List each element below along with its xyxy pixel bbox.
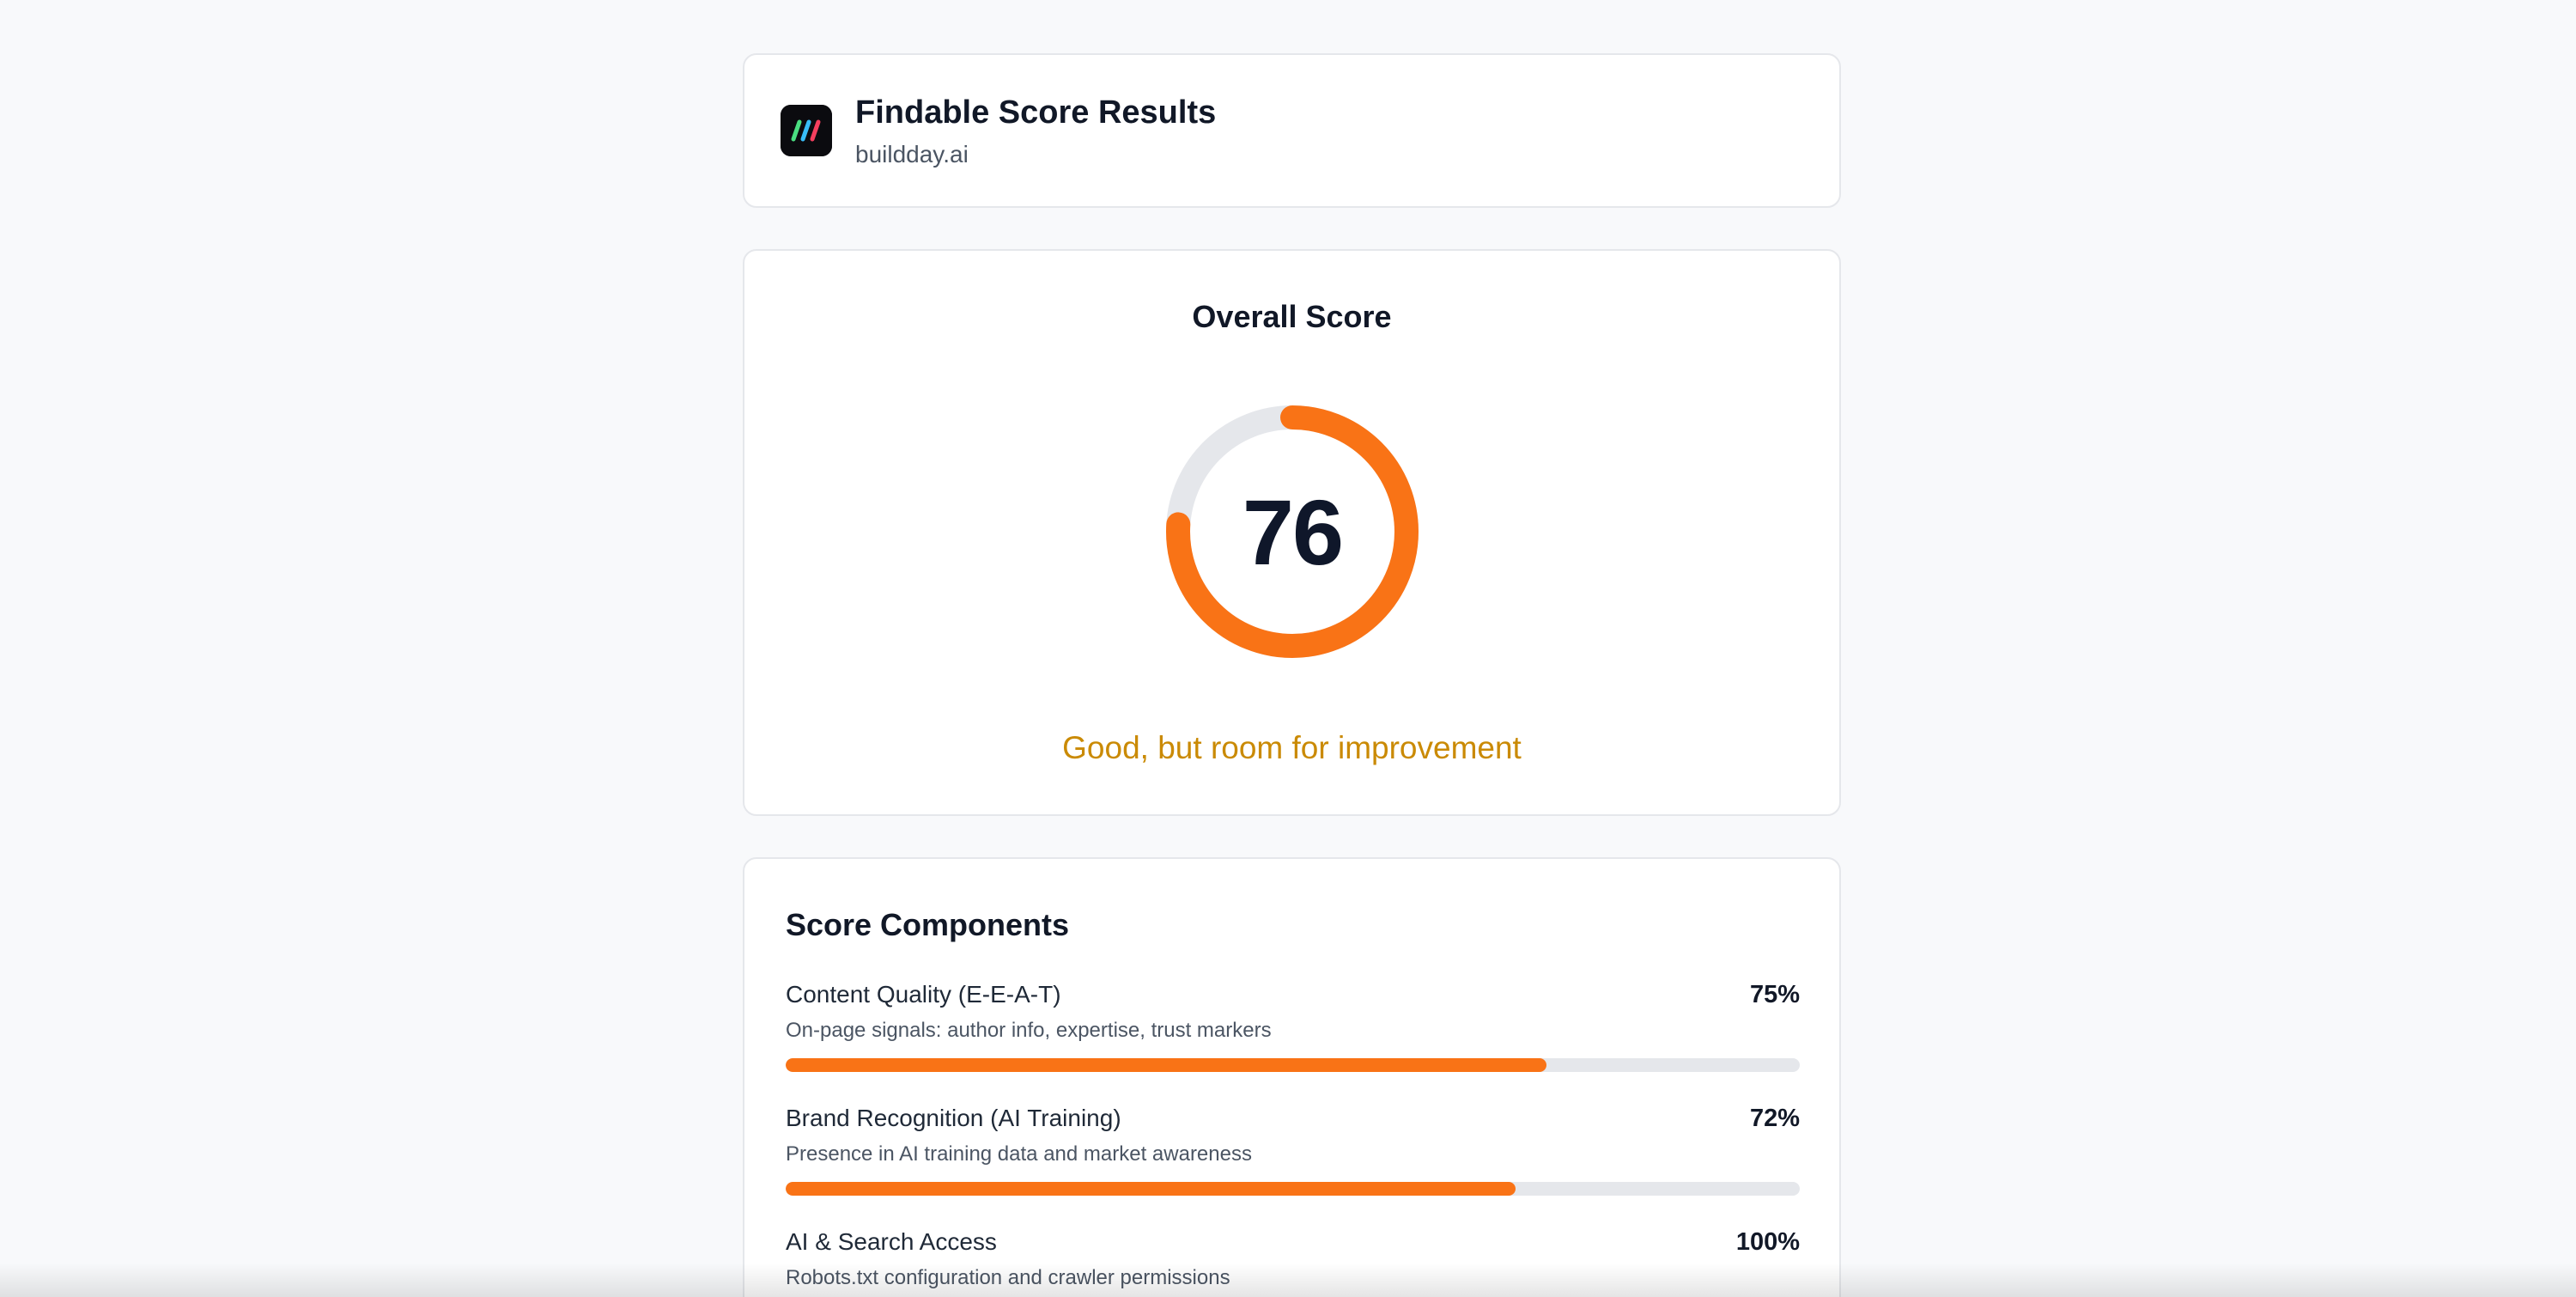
component-content-quality: Content Quality (E-E-A-T) 75% On-page si… — [786, 981, 1800, 1084]
overall-score-card: Overall Score 76 Good, but room for impr… — [743, 249, 1841, 816]
progress-fill — [786, 1182, 1516, 1196]
buildday-logo-icon — [781, 105, 832, 156]
component-ai-search-access: AI & Search Access 100% Robots.txt confi… — [786, 1228, 1800, 1297]
score-components-title: Score Components — [786, 907, 1070, 942]
component-description: Robots.txt configuration and crawler per… — [786, 1266, 1230, 1289]
progress-track — [786, 1058, 1800, 1072]
score-ring: 76 — [1163, 403, 1421, 661]
component-brand-recognition: Brand Recognition (AI Training) 72% Pres… — [786, 1105, 1800, 1208]
page-title: Findable Score Results — [855, 94, 1217, 131]
overall-score-title: Overall Score — [1192, 299, 1392, 334]
score-components-card: Score Components Content Quality (E-E-A-… — [743, 857, 1841, 1297]
overall-score-value: 76 — [1242, 479, 1344, 584]
component-percent: 100% — [1735, 1228, 1800, 1256]
progress-fill — [786, 1058, 1546, 1072]
component-description: Presence in AI training data and market … — [786, 1142, 1252, 1166]
component-name: Brand Recognition (AI Training) — [786, 1105, 1121, 1131]
progress-track — [786, 1182, 1800, 1196]
component-percent: 75% — [1749, 981, 1800, 1008]
page: Findable Score Results buildday.ai Overa… — [0, 0, 2576, 1297]
component-percent: 72% — [1749, 1105, 1800, 1132]
component-name: Content Quality (E-E-A-T) — [786, 981, 1061, 1008]
component-name: AI & Search Access — [786, 1228, 997, 1255]
site-domain: buildday.ai — [855, 141, 969, 167]
score-verdict: Good, but room for improvement — [1062, 730, 1522, 765]
component-description: On-page signals: author info, expertise,… — [786, 1019, 1272, 1042]
header-card: Findable Score Results buildday.ai — [743, 53, 1841, 208]
